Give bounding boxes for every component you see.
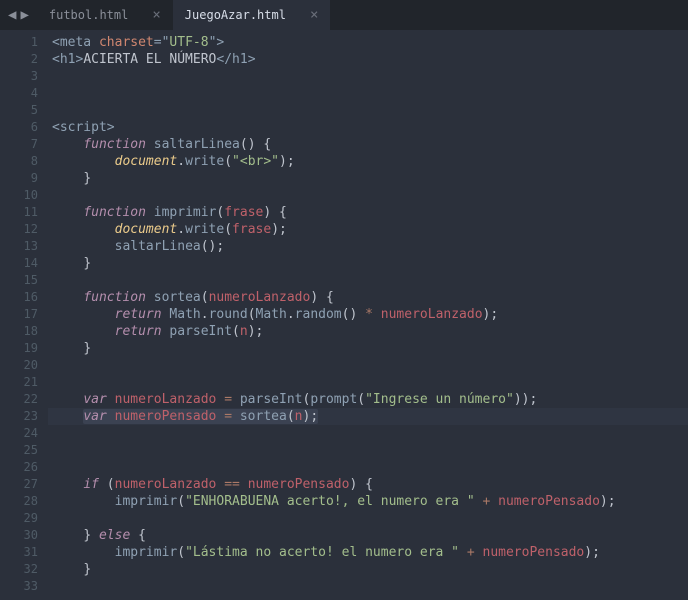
text-selection: var numeroPensado = sortea(n); <box>83 409 318 424</box>
code-line[interactable]: function saltarLinea() { <box>48 136 688 153</box>
editor: 1234567891011121314151617181920212223242… <box>0 30 688 600</box>
code-line[interactable]: } <box>48 340 688 357</box>
line-number: 21 <box>0 374 48 391</box>
line-number: 24 <box>0 425 48 442</box>
line-number: 31 <box>0 544 48 561</box>
code-line[interactable]: imprimir("ENHORABUENA acerto!, el numero… <box>48 493 688 510</box>
line-number: 28 <box>0 493 48 510</box>
line-number: 6 <box>0 119 48 136</box>
line-number: 3 <box>0 68 48 85</box>
line-number: 25 <box>0 442 48 459</box>
line-number: 23 <box>0 408 48 425</box>
code-line[interactable] <box>48 68 688 85</box>
line-number: 12 <box>0 221 48 238</box>
line-number: 9 <box>0 170 48 187</box>
code-line[interactable]: document.write("<br>"); <box>48 153 688 170</box>
code-line[interactable] <box>48 442 688 459</box>
code-line[interactable]: var numeroLanzado = parseInt(prompt("Ing… <box>48 391 688 408</box>
line-number: 11 <box>0 204 48 221</box>
line-number: 17 <box>0 306 48 323</box>
tab-label: JuegoAzar.html <box>185 8 286 22</box>
tab-juegoazar[interactable]: JuegoAzar.html × <box>173 0 331 30</box>
line-gutter: 1234567891011121314151617181920212223242… <box>0 30 48 600</box>
code-line[interactable]: <meta charset="UTF-8"> <box>48 34 688 51</box>
code-line[interactable] <box>48 85 688 102</box>
line-number: 19 <box>0 340 48 357</box>
line-number: 2 <box>0 51 48 68</box>
code-line[interactable]: var numeroPensado = sortea(n); <box>48 408 688 425</box>
line-number: 1 <box>0 34 48 51</box>
code-line[interactable]: imprimir("Lástima no acerto! el numero e… <box>48 544 688 561</box>
code-line[interactable] <box>48 102 688 119</box>
code-line[interactable]: <script> <box>48 119 688 136</box>
line-number: 14 <box>0 255 48 272</box>
line-number: 27 <box>0 476 48 493</box>
code-line[interactable] <box>48 578 688 595</box>
code-line[interactable] <box>48 510 688 527</box>
tab-label: futbol.html <box>49 8 128 22</box>
line-number: 15 <box>0 272 48 289</box>
code-line[interactable]: return parseInt(n); <box>48 323 688 340</box>
code-line[interactable] <box>48 272 688 289</box>
tab-bar: futbol.html × JuegoAzar.html × <box>37 0 331 30</box>
line-number: 8 <box>0 153 48 170</box>
code-line[interactable] <box>48 459 688 476</box>
line-number: 16 <box>0 289 48 306</box>
code-line[interactable] <box>48 374 688 391</box>
line-number: 10 <box>0 187 48 204</box>
code-line[interactable]: } <box>48 170 688 187</box>
titlebar: ◀ ▶ futbol.html × JuegoAzar.html × <box>0 0 688 30</box>
line-number: 13 <box>0 238 48 255</box>
nav-forward-icon[interactable]: ▶ <box>20 7 28 23</box>
code-line[interactable]: } <box>48 255 688 272</box>
code-line[interactable]: document.write(frase); <box>48 221 688 238</box>
code-line[interactable]: if (numeroLanzado == numeroPensado) { <box>48 476 688 493</box>
line-number: 4 <box>0 85 48 102</box>
line-number: 30 <box>0 527 48 544</box>
line-number: 5 <box>0 102 48 119</box>
code-line[interactable]: } else { <box>48 527 688 544</box>
code-line[interactable]: saltarLinea(); <box>48 238 688 255</box>
code-line[interactable] <box>48 425 688 442</box>
line-number: 22 <box>0 391 48 408</box>
code-line[interactable] <box>48 187 688 204</box>
line-number: 18 <box>0 323 48 340</box>
close-icon[interactable]: × <box>310 7 318 23</box>
line-number: 20 <box>0 357 48 374</box>
code-line[interactable]: return Math.round(Math.random() * numero… <box>48 306 688 323</box>
line-number: 26 <box>0 459 48 476</box>
close-icon[interactable]: × <box>152 7 160 23</box>
line-number: 33 <box>0 578 48 595</box>
nav-back-icon[interactable]: ◀ <box>8 7 16 23</box>
code-area[interactable]: <meta charset="UTF-8"><h1>ACIERTA EL NÚM… <box>48 30 688 600</box>
code-line[interactable]: } <box>48 561 688 578</box>
line-number: 7 <box>0 136 48 153</box>
line-number: 32 <box>0 561 48 578</box>
code-line[interactable] <box>48 357 688 374</box>
code-line[interactable]: function imprimir(frase) { <box>48 204 688 221</box>
code-line[interactable]: <h1>ACIERTA EL NÚMERO</h1> <box>48 51 688 68</box>
tab-futbol[interactable]: futbol.html × <box>37 0 173 30</box>
line-number: 29 <box>0 510 48 527</box>
code-line[interactable]: function sortea(numeroLanzado) { <box>48 289 688 306</box>
nav-arrows: ◀ ▶ <box>0 7 37 23</box>
